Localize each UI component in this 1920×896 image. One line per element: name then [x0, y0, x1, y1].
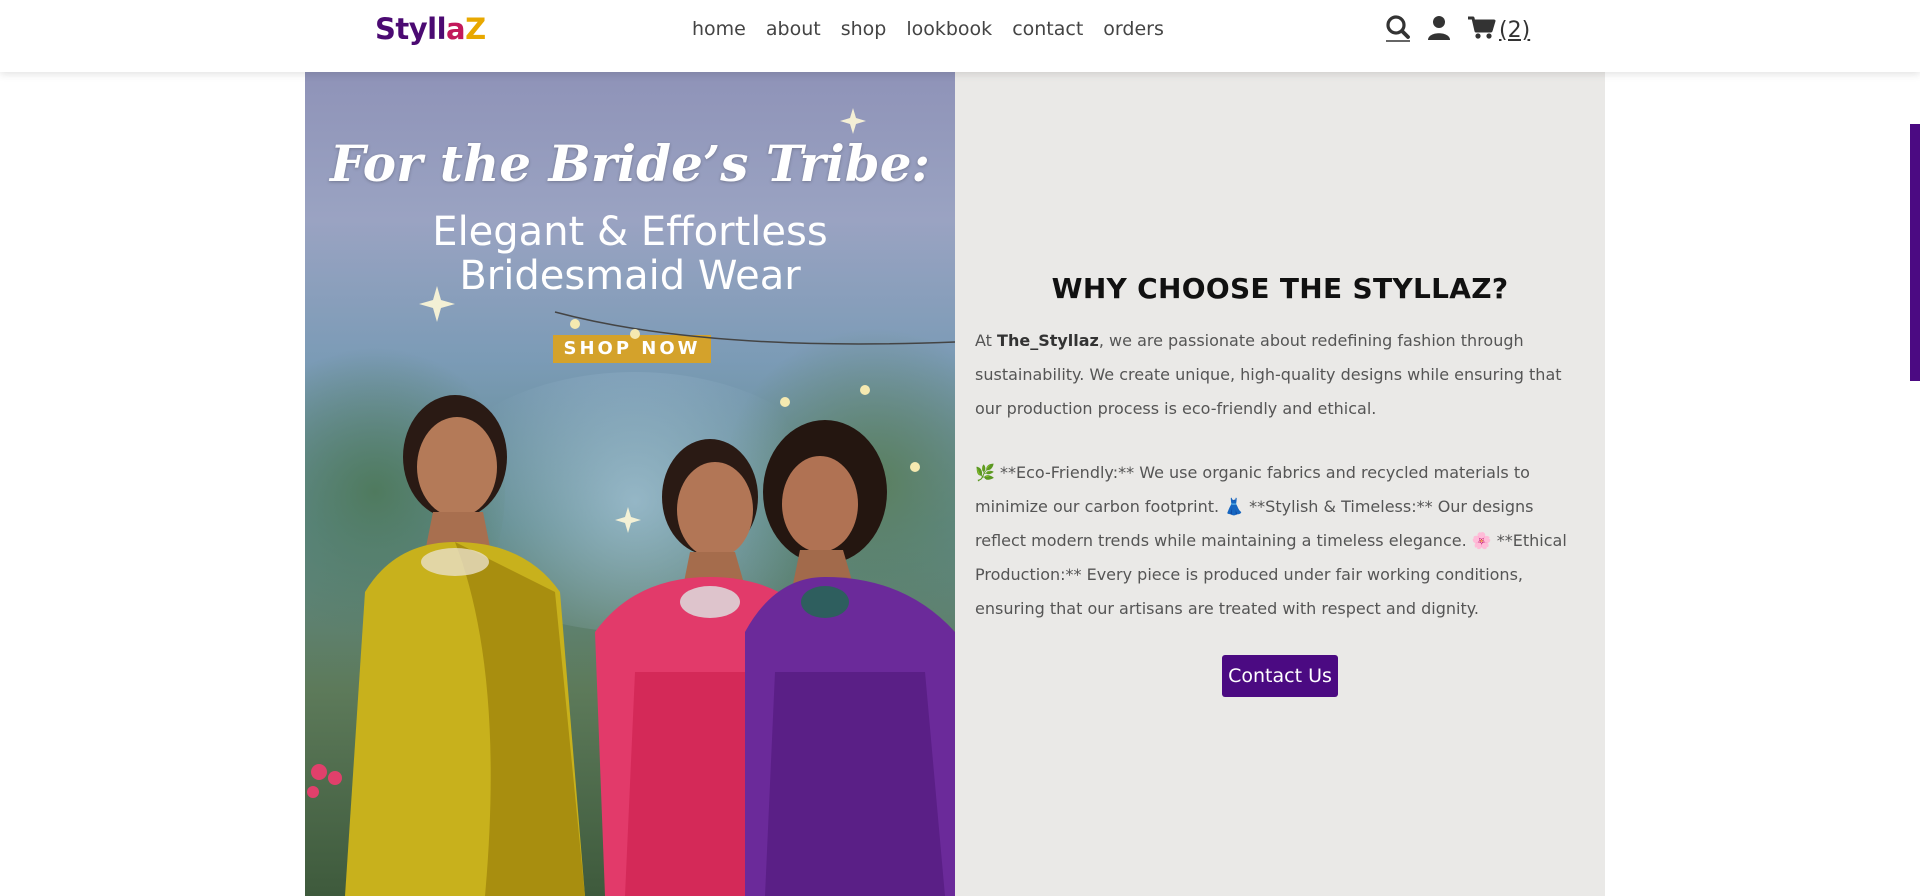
intro-prefix: At: [975, 331, 998, 350]
cart-icon[interactable]: [1467, 15, 1497, 46]
intro-paragraph: At The_Styllaz, we are passionate about …: [975, 324, 1585, 426]
user-icon[interactable]: [1427, 15, 1451, 46]
logo-part-3: Z: [465, 12, 486, 46]
nav-orders[interactable]: orders: [1103, 18, 1164, 40]
nav-home[interactable]: home: [692, 18, 746, 40]
hero-banner-image[interactable]: For the Bride’s Tribe: Elegant & Effortl…: [305, 72, 955, 896]
features-paragraph: 🌿 **Eco-Friendly:** We use organic fabri…: [975, 463, 1567, 618]
nav-lookbook[interactable]: lookbook: [906, 18, 992, 40]
main-nav: home about shop lookbook contact orders: [692, 18, 1184, 40]
why-choose-panel: WHY CHOOSE THE STYLLAZ? At The_Styllaz, …: [955, 72, 1605, 896]
nav-shop[interactable]: shop: [841, 18, 887, 40]
side-accent-bar[interactable]: [1910, 124, 1920, 381]
logo-part-2: a: [446, 12, 466, 46]
brand-name: The_Styllaz: [997, 331, 1099, 350]
nav-about[interactable]: about: [766, 18, 821, 40]
logo-part-1: Styll: [375, 12, 447, 46]
panel-title: WHY CHOOSE THE STYLLAZ?: [1051, 272, 1509, 305]
bridesmaids-illustration: [307, 108, 955, 896]
search-icon[interactable]: [1385, 14, 1411, 47]
site-header: StyllaZ home about shop lookbook contact…: [0, 0, 1920, 72]
contact-us-button[interactable]: Contact Us: [1222, 655, 1338, 697]
logo[interactable]: StyllaZ: [375, 12, 486, 46]
cart-count[interactable]: (2): [1499, 18, 1530, 43]
nav-contact[interactable]: contact: [1012, 18, 1083, 40]
header-icons: (2): [1385, 14, 1530, 47]
